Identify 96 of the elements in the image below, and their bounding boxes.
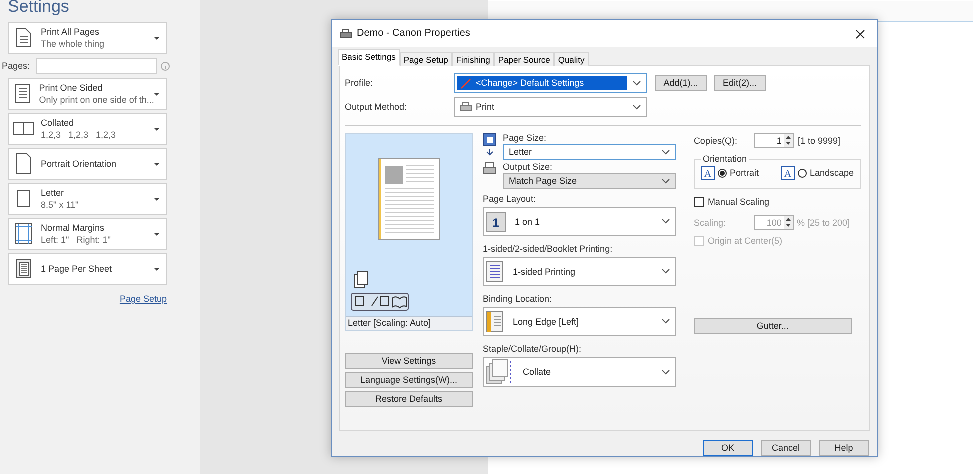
page-size-label: Page Size:: [503, 133, 548, 144]
output-method-value: Print: [476, 102, 495, 112]
edit-button[interactable]: Edit(2)...: [714, 75, 766, 92]
print-option-dropdown[interactable]: Portrait Orientation: [8, 148, 167, 180]
page-size-dropdown[interactable]: Letter: [503, 144, 676, 160]
print-option-dropdown[interactable]: Normal Margins Left: 1" Right: 1": [8, 218, 167, 250]
dropdown-caret-icon: [154, 162, 160, 166]
page-icon: [16, 153, 32, 175]
print-option-dropdown[interactable]: Print One Sided Only print on one side of th...: [8, 78, 167, 110]
bound-document-icon: [486, 310, 504, 333]
settings-button[interactable]: Restore Defaults: [345, 391, 473, 408]
chevron-icon: [662, 370, 670, 375]
setting-dropdown[interactable]: 1 1 on 1: [483, 207, 676, 236]
add-button[interactable]: Add(1)...: [655, 75, 707, 92]
page-size-icon: [483, 133, 497, 158]
dialog-button[interactable]: OK: [703, 440, 753, 456]
printer-icon: [483, 162, 497, 176]
close-icon: [856, 30, 865, 39]
print-option-dropdown[interactable]: 1 Page Per Sheet: [8, 253, 167, 285]
checkbox[interactable]: [694, 197, 704, 208]
checkbox-label: Manual Scaling: [708, 197, 770, 208]
setting-label: Page Layout:: [483, 194, 538, 204]
chevron-icon: [662, 178, 670, 184]
window-title: Demo - Canon Properties: [357, 28, 472, 40]
setting-label: Staple/Collate/Group(H):: [483, 344, 583, 354]
printer-icon: [340, 28, 352, 39]
margins-icon: [15, 223, 33, 245]
profile-label: Profile:: [345, 78, 374, 88]
print-option-dropdown[interactable]: Print All Pages The whole thing: [8, 22, 167, 54]
document-icon: [486, 260, 504, 283]
pages-field[interactable]: [36, 58, 157, 74]
radio-button[interactable]: [798, 168, 807, 178]
output-method-dropdown[interactable]: Print: [454, 97, 647, 118]
copies-label: Copies(Q):: [694, 136, 738, 146]
tab[interactable]: Page Setup: [400, 52, 452, 66]
preview-toolbar-drawing[interactable]: [351, 293, 409, 312]
letter-a-icon: A: [780, 166, 795, 180]
scaling-range: % [25 to 200]: [796, 218, 850, 228]
settings-button[interactable]: View Settings: [345, 353, 473, 370]
chevron-icon: [633, 80, 641, 86]
open-book-icon: [13, 122, 35, 136]
spinner-arrows-icon[interactable]: [784, 134, 793, 148]
radio-label: Portrait: [730, 168, 759, 178]
document-icon: [15, 84, 32, 104]
document-icon: [16, 28, 32, 48]
profile-dropdown[interactable]: <Change> Default Settings: [454, 73, 647, 94]
settings-heading: Settings: [8, 0, 70, 18]
dropdown-caret-icon: [154, 36, 160, 40]
tab[interactable]: Quality: [554, 52, 589, 66]
letter-a-icon: A: [700, 166, 715, 180]
printer-icon: [460, 102, 472, 112]
setting-dropdown[interactable]: Long Edge [Left]: [483, 307, 676, 336]
dropdown-caret-icon: [154, 128, 160, 130]
print-option-dropdown[interactable]: Letter 8.5" x 11": [8, 183, 167, 215]
copies-spinner[interactable]: 1: [754, 133, 794, 148]
chevron-icon: [633, 104, 641, 110]
print-option-dropdown[interactable]: Collated 1,2,3 1,2,3 1,2,3: [8, 113, 167, 145]
dropdown-caret-icon: [154, 268, 160, 270]
tab[interactable]: Finishing: [452, 52, 494, 66]
page-setup-link[interactable]: Page Setup: [120, 294, 167, 304]
setting-dropdown[interactable]: Collate: [483, 357, 676, 388]
profile-value: <Change> Default Settings: [476, 78, 584, 88]
document-stack-icon: [486, 359, 514, 386]
preview-caption: Letter [Scaling: Auto]: [346, 316, 472, 330]
radio-label: Landscape: [810, 168, 854, 178]
chevron-icon: [662, 219, 670, 224]
pencil-icon: [460, 77, 472, 90]
setting-dropdown[interactable]: 1-sided Printing: [483, 257, 676, 286]
number-one-icon: 1: [486, 212, 506, 232]
orientation-legend: Orientation: [700, 154, 749, 164]
dialog-button[interactable]: Help: [819, 440, 869, 456]
dialog-button[interactable]: Cancel: [761, 440, 811, 456]
output-method-label: Output Method:: [345, 102, 408, 112]
scaling-label: Scaling:: [694, 218, 727, 228]
sheet-icon: [16, 259, 32, 279]
chevron-icon: [662, 319, 670, 324]
gutter-button[interactable]: Gutter...: [694, 318, 852, 334]
checkbox-label: Origin at Center(5): [708, 236, 782, 246]
output-size-label: Output Size:: [503, 162, 554, 172]
info-icon: [161, 62, 170, 70]
setting-label: 1-sided/2-sided/Booklet Printing:: [483, 244, 614, 254]
page-icon: [17, 190, 31, 208]
radio-button[interactable]: [718, 168, 727, 178]
spinner-arrows-icon[interactable]: [784, 216, 793, 230]
pages-label: Pages:: [1, 61, 32, 71]
chevron-icon: [662, 269, 670, 274]
settings-button[interactable]: Language Settings(W)...: [345, 372, 473, 388]
setting-label: Binding Location:: [483, 294, 554, 304]
dropdown-caret-icon: [154, 198, 160, 200]
dropdown-caret-icon: [154, 92, 160, 96]
chevron-icon: [662, 150, 670, 155]
page-stack-icon: [354, 271, 370, 290]
dropdown-caret-icon: [154, 232, 160, 236]
copies-range: [1 to 9999]: [798, 136, 840, 146]
tab[interactable]: Paper Source: [494, 52, 554, 66]
tab[interactable]: Basic Settings: [338, 49, 400, 66]
